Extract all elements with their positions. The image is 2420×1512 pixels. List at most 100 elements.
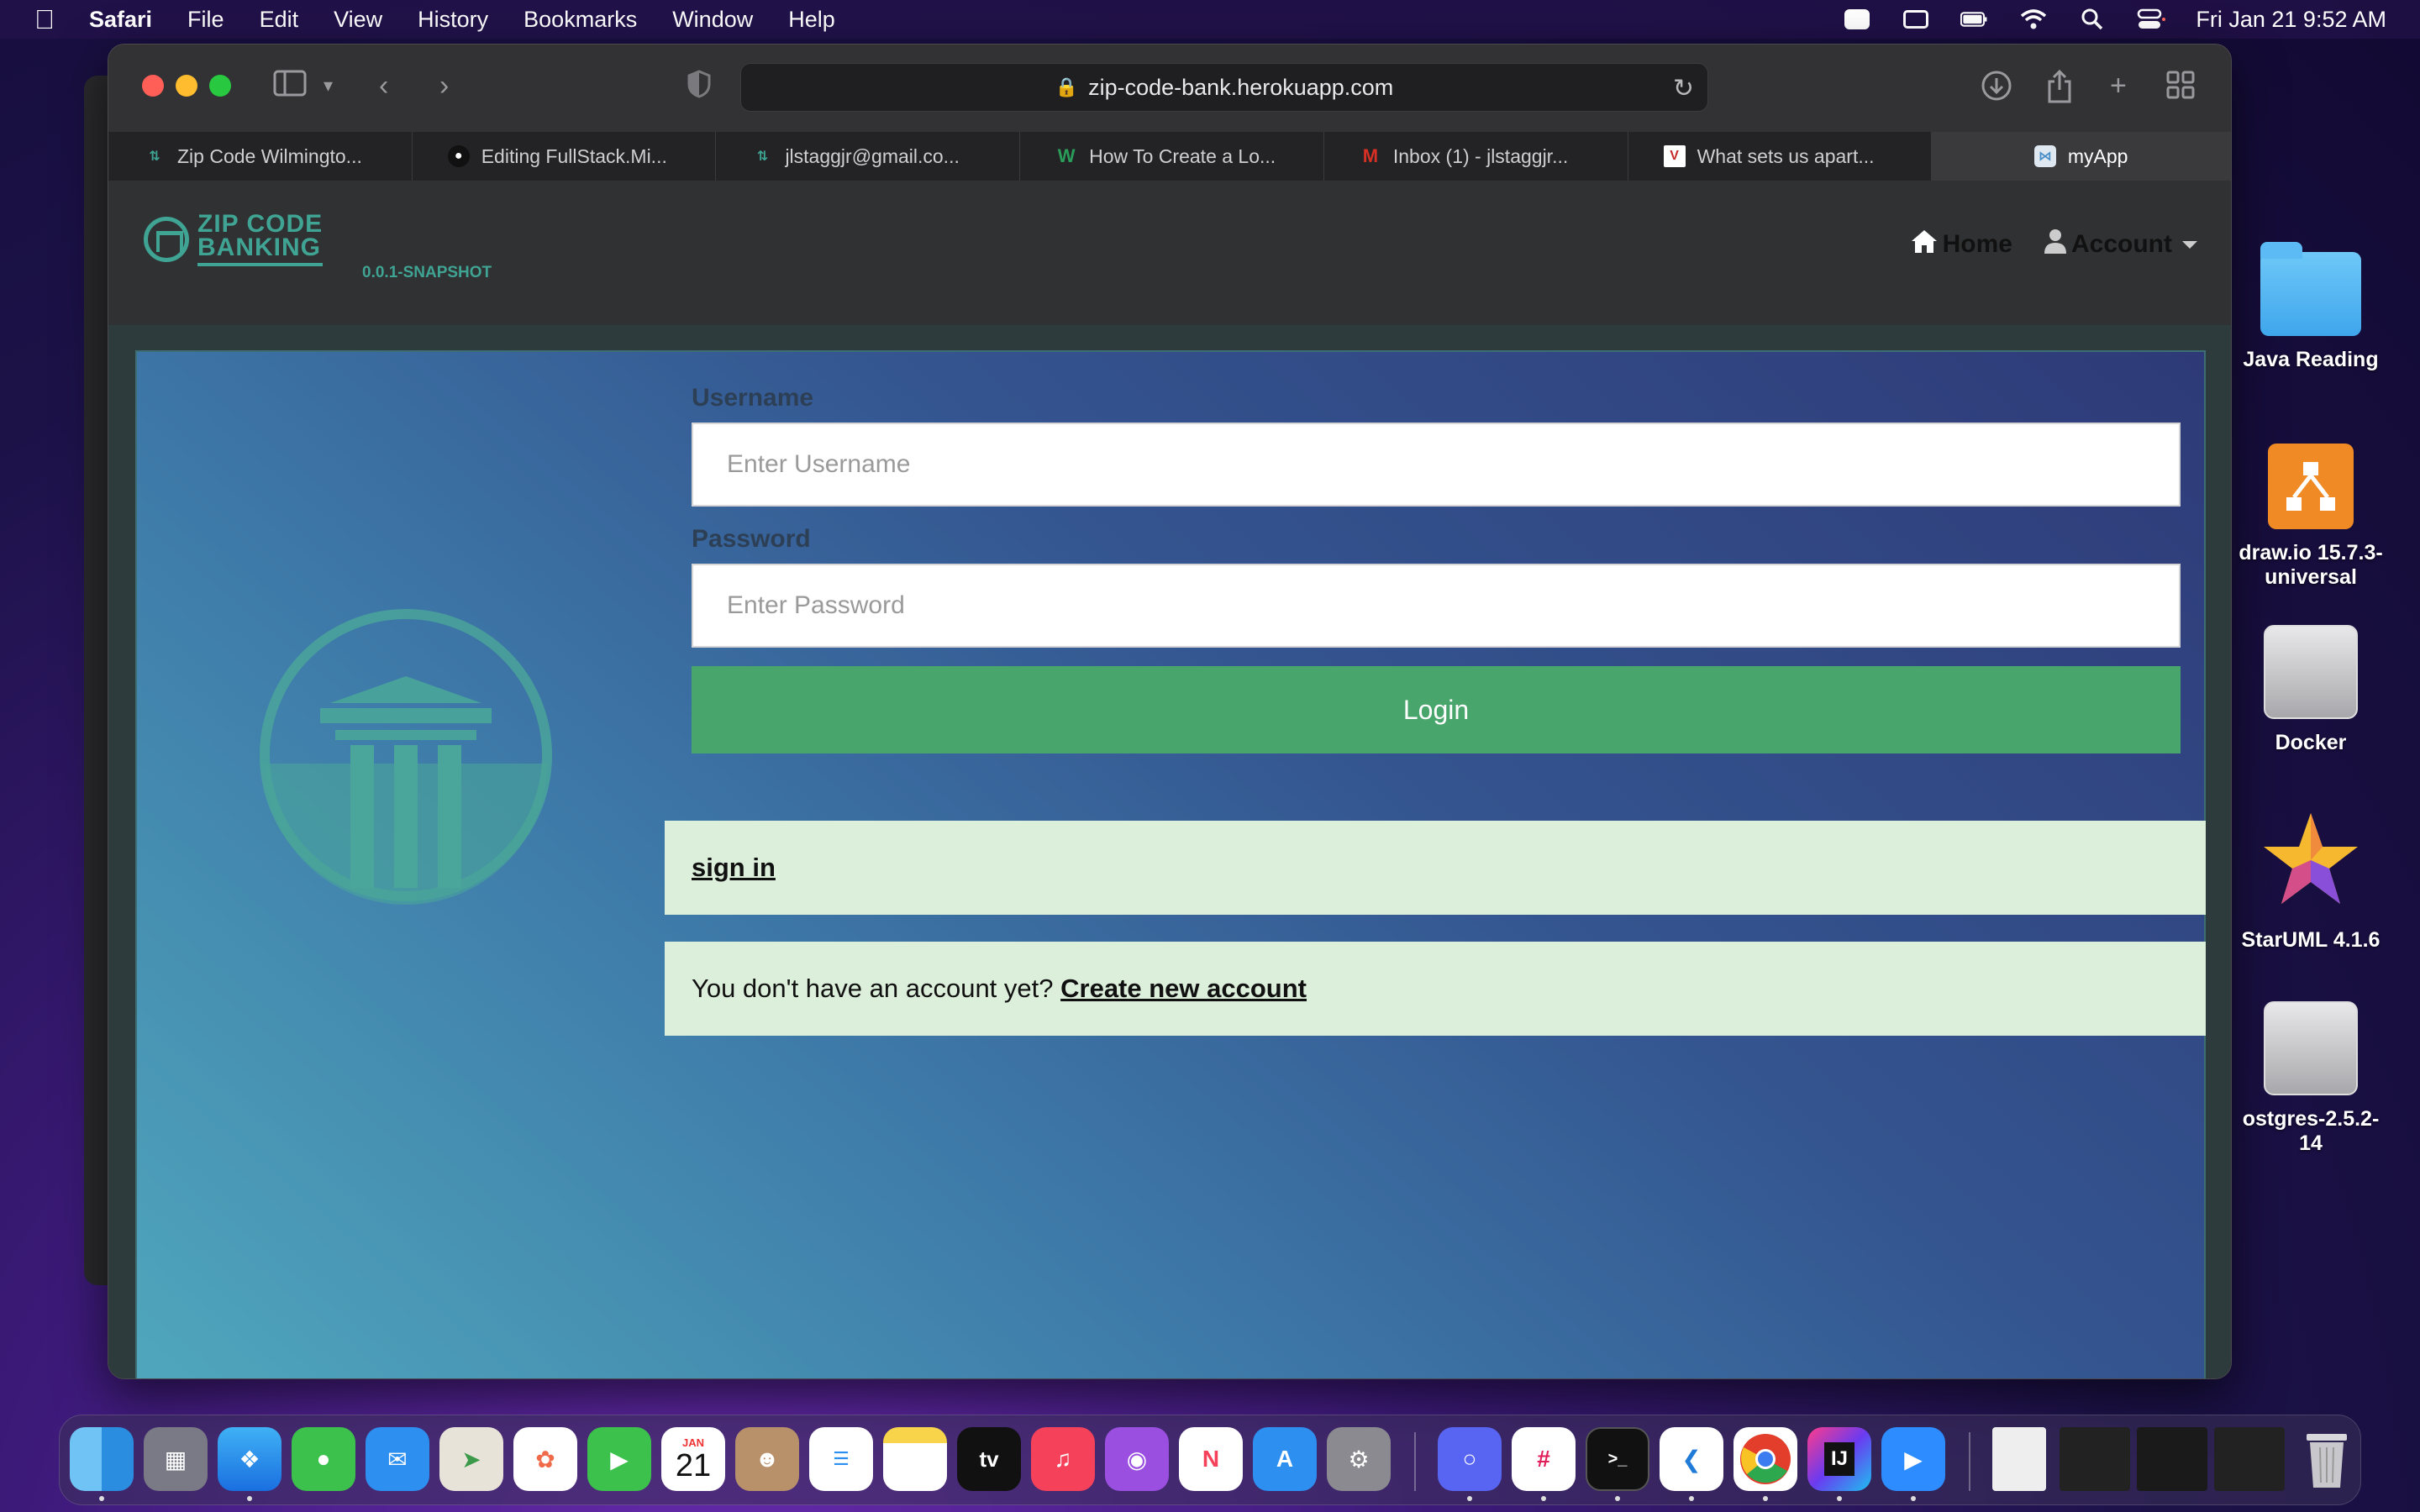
intellij-icon[interactable]: IJ	[1807, 1427, 1871, 1491]
downloads-icon[interactable]	[1981, 70, 2012, 109]
running-indicator	[1467, 1496, 1472, 1501]
mail-icon[interactable]: ✉	[366, 1427, 429, 1491]
desktop-folder-java-reading[interactable]: Java Reading	[2235, 242, 2386, 372]
privacy-shield-icon[interactable]	[687, 70, 712, 106]
system-preferences-icon[interactable]: ⚙	[1327, 1427, 1391, 1491]
tab-bar: ⇅ Zip Code Wilmingto... ● Editing FullSt…	[108, 132, 2231, 181]
app-store-icon[interactable]: A	[1253, 1427, 1317, 1491]
home-icon	[1909, 228, 1939, 261]
menu-app-name[interactable]: Safari	[89, 7, 152, 33]
zoom-window-button[interactable]	[209, 75, 231, 97]
desktop-app-staruml[interactable]: StarUML 4.1.6	[2235, 810, 2386, 953]
password-input[interactable]: Enter Password	[692, 564, 2181, 648]
menu-help[interactable]: Help	[788, 7, 835, 33]
tab-myapp[interactable]: ⋈ myApp	[1932, 132, 2231, 181]
menu-window[interactable]: Window	[672, 7, 753, 33]
calendar-icon[interactable]: JAN 21	[661, 1427, 725, 1491]
nav-home-link[interactable]: Home	[1909, 228, 2012, 261]
slack-icon[interactable]: #	[1512, 1427, 1576, 1491]
zip-code-banking-logo[interactable]: ZIP CODE BANKING	[144, 212, 324, 266]
menu-file[interactable]: File	[187, 7, 224, 33]
desktop-app-drawio[interactable]: draw.io 15.7.3-universal	[2235, 444, 2386, 590]
code-window-thumbnail-icon[interactable]	[2214, 1427, 2285, 1491]
tab-overview-icon[interactable]	[2165, 70, 2196, 108]
tab-how-to-create[interactable]: W How To Create a Lo...	[1020, 132, 1324, 181]
username-input[interactable]: Enter Username	[692, 423, 2181, 507]
menu-history[interactable]: History	[418, 7, 488, 33]
lock-icon: 🔒	[1055, 76, 1079, 97]
reload-icon[interactable]: ↻	[1673, 74, 1694, 103]
close-window-button[interactable]	[142, 75, 164, 97]
terminal-icon[interactable]: >_	[1586, 1427, 1649, 1491]
discord-icon[interactable]: ○	[1438, 1427, 1502, 1491]
no-account-text: You don't have an account yet?	[692, 974, 1061, 1003]
minimize-window-button[interactable]	[176, 75, 197, 97]
control-center-icon[interactable]	[2137, 8, 2166, 30]
safari-icon[interactable]: ❖	[218, 1427, 281, 1491]
staruml-star-icon	[2264, 813, 2358, 904]
window-thumbnail-icon[interactable]	[2137, 1427, 2207, 1491]
back-button-icon[interactable]: ‹	[379, 70, 388, 102]
desktop-disk-docker[interactable]: Docker	[2235, 625, 2386, 755]
facetime-status-icon[interactable]	[1843, 8, 1871, 30]
apple-menu-icon[interactable]: 	[30, 4, 59, 35]
menu-clock[interactable]: Fri Jan 21 9:52 AM	[2196, 7, 2386, 33]
screenshot-thumbnail-icon[interactable]	[2060, 1427, 2130, 1491]
create-account-link[interactable]: Create new account	[1060, 974, 1307, 1004]
zoom-icon[interactable]: ▶	[1881, 1427, 1945, 1491]
maps-icon[interactable]: ➤	[439, 1427, 503, 1491]
keyboard-input-icon[interactable]	[1902, 8, 1930, 30]
address-bar[interactable]: 🔒 zip-code-bank.herokuapp.com ↻	[740, 63, 1708, 112]
running-indicator	[1615, 1496, 1620, 1501]
tab-what-sets-us-apart[interactable]: V What sets us apart...	[1628, 132, 1933, 181]
desktop-item-label: draw.io 15.7.3-universal	[2238, 541, 2383, 589]
sign-in-link[interactable]: sign in	[692, 853, 776, 883]
vscode-icon[interactable]: ❮	[1660, 1427, 1723, 1491]
photos-icon[interactable]: ✿	[513, 1427, 577, 1491]
trash-icon[interactable]	[2295, 1427, 2359, 1491]
sidebar-toggle-icon[interactable]	[273, 70, 307, 104]
battery-icon[interactable]	[1960, 8, 1989, 30]
menu-edit[interactable]: Edit	[260, 7, 299, 33]
chrome-icon[interactable]	[1733, 1427, 1797, 1491]
menu-bookmarks[interactable]: Bookmarks	[523, 7, 637, 33]
desktop-disk-postgres[interactable]: ostgres-2.5.2-14	[2235, 1001, 2386, 1156]
zipcode-favicon-icon: ⇅	[149, 150, 160, 164]
running-indicator	[1837, 1496, 1842, 1501]
share-icon[interactable]	[2046, 69, 2073, 111]
tab-gmail-account[interactable]: ⇅ jlstaggjr@gmail.co...	[716, 132, 1021, 181]
spotlight-search-icon[interactable]	[2078, 8, 2107, 30]
tab-label: jlstaggjr@gmail.co...	[785, 144, 960, 167]
tab-label: How To Create a Lo...	[1089, 144, 1276, 167]
messages-icon[interactable]: ●	[292, 1427, 355, 1491]
calendar-day: 21	[675, 1447, 712, 1483]
bank-emblem-icon	[260, 609, 552, 905]
music-icon[interactable]: ♫	[1031, 1427, 1095, 1491]
nav-account-dropdown[interactable]: Account	[2043, 228, 2197, 261]
notes-icon[interactable]	[883, 1427, 947, 1491]
tab-zip-code-wilmington[interactable]: ⇅ Zip Code Wilmingto...	[108, 132, 413, 181]
podcasts-icon[interactable]: ◉	[1105, 1427, 1169, 1491]
content-frame: Username Enter Username Password Enter P…	[108, 325, 2231, 1378]
launchpad-icon[interactable]: ▦	[144, 1427, 208, 1491]
gmail-favicon-icon: M	[1362, 145, 1379, 166]
tab-gmail-inbox[interactable]: M Inbox (1) - jlstaggjr...	[1324, 132, 1628, 181]
menu-view[interactable]: View	[334, 7, 382, 33]
contacts-icon[interactable]: ☻	[735, 1427, 799, 1491]
chevron-down-icon[interactable]: ▾	[324, 75, 333, 97]
password-label: Password	[692, 525, 811, 553]
login-button[interactable]: Login	[692, 666, 2181, 753]
desktop-item-label: ostgres-2.5.2-14	[2242, 1107, 2380, 1155]
apple-tv-icon[interactable]: tv	[957, 1427, 1021, 1491]
tab-github-editing[interactable]: ● Editing FullStack.Mi...	[413, 132, 717, 181]
facetime-icon[interactable]: ▶	[587, 1427, 651, 1491]
new-tab-icon[interactable]: +	[2110, 70, 2127, 102]
reminders-icon[interactable]: ☰	[809, 1427, 873, 1491]
news-icon[interactable]: N	[1179, 1427, 1243, 1491]
finder-icon[interactable]	[70, 1427, 134, 1491]
wifi-icon[interactable]	[2019, 8, 2048, 30]
logo-text: ZIP CODE BANKING	[197, 212, 324, 266]
running-indicator	[1541, 1496, 1546, 1501]
documents-stack-icon[interactable]	[1992, 1427, 2046, 1491]
forward-button-icon[interactable]: ›	[439, 70, 449, 102]
